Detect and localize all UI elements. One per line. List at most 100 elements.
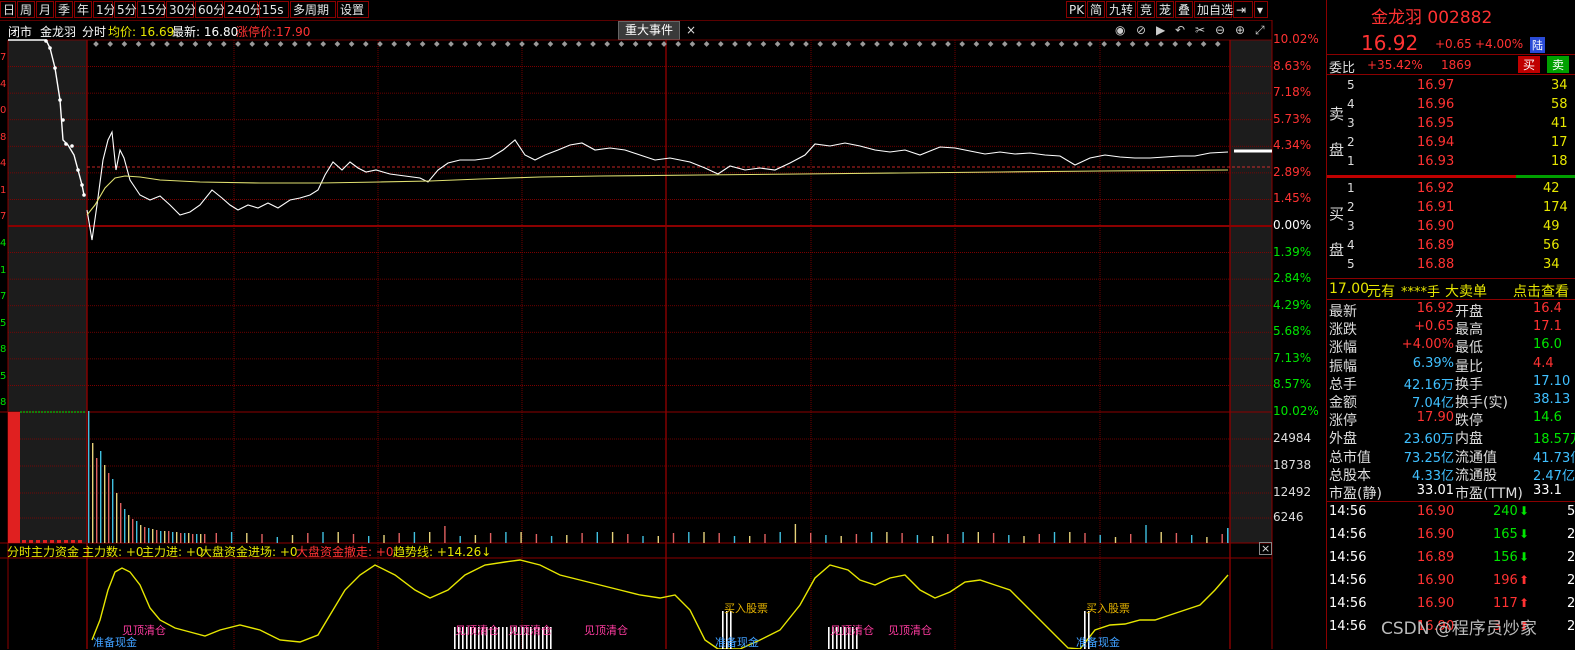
ask-level: 3 <box>1347 116 1355 130</box>
volume-bar <box>128 515 130 543</box>
big-in: 大盘资金进场: +0 <box>200 545 298 559</box>
volume-bar <box>192 534 194 543</box>
ask-level: 5 <box>1347 78 1355 92</box>
volume-bar <box>444 526 446 543</box>
ticks-divider <box>1327 501 1575 502</box>
bid-price: 16.90 <box>1417 219 1455 234</box>
tick-price: 16.90 <box>1417 573 1455 588</box>
volume-bar <box>566 535 568 543</box>
ask-price: 16.94 <box>1417 135 1455 150</box>
event-marker-icon <box>121 41 128 47</box>
event-marker-icon <box>888 41 895 47</box>
event-marker-icon <box>632 41 639 47</box>
volume-bar <box>112 479 114 543</box>
left-axis-label: 8 <box>0 131 7 143</box>
stat-value: 2.47亿 <box>1533 468 1575 484</box>
quote-panel: 金龙羽 002882 16.92 +0.65 +4.00% 陆 委比 +35.4… <box>1326 0 1575 649</box>
stat-value: 4.4 <box>1533 355 1554 371</box>
volume-bar <box>749 536 751 543</box>
volume-bar <box>116 493 118 543</box>
stat-value: 6.39% <box>1412 355 1454 371</box>
volume-bar <box>413 532 416 543</box>
bid-volume: 49 <box>1543 219 1560 234</box>
volume-bar <box>1191 535 1193 543</box>
stat-value: 18.57万 <box>1533 432 1575 448</box>
left-axis-label: 8 <box>0 397 7 409</box>
ask-price: 16.93 <box>1417 154 1455 169</box>
stat-label: 总市值 <box>1329 449 1371 466</box>
big-order-unit: 元有 <box>1367 284 1395 300</box>
watermark: CSDN @程序员炒家 <box>1381 619 1537 639</box>
event-marker-icon <box>845 41 852 47</box>
volume-bar <box>733 536 736 543</box>
event-marker-icon <box>1186 41 1193 47</box>
volume-bar <box>931 536 934 543</box>
left-axis-label: 7 <box>0 52 7 63</box>
volume-bar <box>144 527 146 543</box>
volume-bar <box>870 532 873 543</box>
stats-divider <box>1327 299 1575 300</box>
volume-bar <box>148 528 150 543</box>
price-axis-label: 7.18% <box>1273 85 1312 100</box>
price-axis-label: 5.73% <box>1273 111 1312 126</box>
sell-button[interactable]: 卖 <box>1547 56 1570 73</box>
event-marker-icon <box>1001 41 1008 47</box>
price-axis-label: 8.63% <box>1273 58 1312 73</box>
event-marker-icon <box>206 41 213 47</box>
event-marker-icon <box>405 41 412 47</box>
buy-button[interactable]: 买 <box>1518 56 1541 73</box>
stat-label: 外盘 <box>1329 431 1357 448</box>
signal-label: 见顶清仓 <box>888 624 932 637</box>
bid-level: 2 <box>1347 200 1355 214</box>
volume-bar <box>611 532 614 543</box>
price-axis-label: 5.68% <box>1273 324 1312 339</box>
stat-label: 市盈(静) <box>1329 486 1382 502</box>
stat-value: 42.16万 <box>1403 377 1454 393</box>
stat-label: 流通值 <box>1455 449 1497 466</box>
tick-time: 14:56 <box>1329 527 1367 542</box>
stat-label: 金额 <box>1329 395 1357 411</box>
volume-bar <box>1008 535 1010 543</box>
tick-time: 14:56 <box>1329 596 1367 611</box>
volume-bar <box>200 534 202 543</box>
tick-volume: 165 <box>1493 527 1518 542</box>
arrow-down-icon: ⬇ <box>1519 527 1530 541</box>
signal-label: 买入股票 <box>1086 602 1130 615</box>
event-marker-icon <box>1072 41 1079 47</box>
event-marker-icon <box>135 41 142 47</box>
stat-value: 33.1 <box>1533 483 1562 498</box>
volume-bar <box>535 534 538 543</box>
tick-volume: 117 <box>1493 596 1518 611</box>
volume-bar <box>1227 528 1229 543</box>
bid-level: 5 <box>1347 257 1355 271</box>
signal-label: 买入股票 <box>724 602 768 615</box>
tick-price: 16.89 <box>1417 550 1455 565</box>
volume-bar <box>196 534 198 543</box>
trend-indicator-line <box>91 559 1229 649</box>
event-marker-icon <box>859 41 866 47</box>
event-marker-icon <box>803 41 809 47</box>
price-line <box>86 130 1229 241</box>
volume-bar <box>383 535 385 543</box>
stat-label: 总手 <box>1329 376 1357 393</box>
tick-count: 2 <box>1567 573 1575 588</box>
big-order-label: 大卖单 <box>1445 284 1487 300</box>
volume-bar <box>1053 532 1056 543</box>
event-marker-icon <box>1214 41 1221 47</box>
volume-bar <box>180 533 182 543</box>
left-axis-label: 0 <box>0 105 7 117</box>
volume-bar <box>204 534 206 543</box>
event-marker-icon <box>760 41 767 47</box>
big-order-link[interactable]: 点击查看 <box>1513 281 1569 301</box>
close-icon[interactable]: × <box>1259 542 1273 555</box>
event-marker-icon <box>306 41 312 47</box>
event-marker-icon <box>1158 41 1164 47</box>
stat-value: 16.4 <box>1533 301 1562 316</box>
volume-bar <box>164 531 166 543</box>
volume-bar <box>916 535 919 543</box>
arrow-up-icon: ⬆ <box>1519 573 1530 587</box>
volume-bar <box>779 532 781 543</box>
price-axis-label: 4.34% <box>1273 138 1312 153</box>
event-marker-icon <box>178 41 185 47</box>
main-net: 主力数: +0 <box>82 545 144 559</box>
